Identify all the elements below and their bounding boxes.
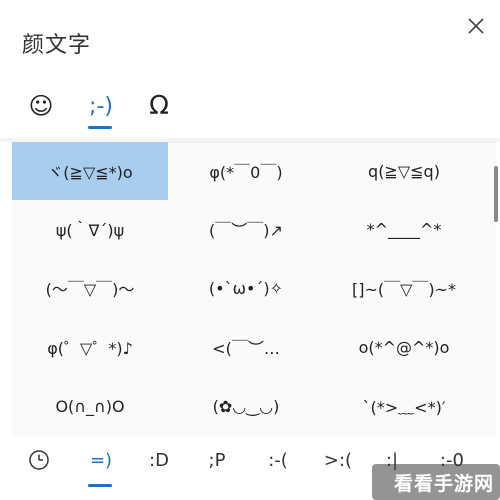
omega-icon: Ω [149, 91, 169, 121]
kaomoji-cell[interactable]: φ(゜▽゜*)♪ [12, 318, 168, 376]
subtab-angry[interactable]: >:( [318, 442, 358, 478]
subtab-recent[interactable] [22, 442, 56, 478]
kaomoji-cell[interactable]: (•`ω•´)✧ [168, 259, 324, 317]
kaomoji-cell[interactable]: φ(*￣0￣) [168, 142, 324, 200]
category-tabs: ☺ ;-) Ω [0, 80, 500, 140]
panel-title: 颜文字 [22, 33, 92, 58]
kaomoji-cell[interactable]: ψ(｀∇´)ψ [12, 200, 168, 258]
tab-kaomoji[interactable]: ;-) [82, 80, 120, 132]
kaomoji-cell[interactable]: ヾ(≧▽≦*)o [12, 142, 168, 200]
kaomoji-cell[interactable]: o(*^@^*)o [324, 318, 484, 376]
smiley-icon: ☺ [28, 92, 54, 120]
close-button[interactable] [462, 12, 490, 40]
kaomoji-cell[interactable]: O(∩_∩)O [12, 377, 168, 435]
subtab-happy[interactable]: =) [84, 442, 118, 478]
kaomoji-cell[interactable]: `(*>﹏<*)′ [324, 377, 484, 435]
subtab-sad[interactable]: :-( [258, 442, 298, 478]
kaomoji-cell[interactable]: (～￣▽￣)～ [12, 259, 168, 317]
clock-icon [29, 450, 49, 470]
subtab-tongue[interactable]: ;P [200, 442, 234, 478]
watermark: 看看手游网 [372, 464, 500, 500]
tab-symbols[interactable]: Ω [142, 80, 176, 132]
kaomoji-cell[interactable]: (✿◡‿◡) [168, 377, 324, 435]
kaomoji-panel: 颜文字 ☺ ;-) Ω ヾ(≧▽≦*)o φ(*￣0￣) q(≧▽≦q) ψ(｀… [0, 0, 500, 500]
kaomoji-cell[interactable]: (￣︶￣)↗ [168, 200, 324, 258]
kaomoji-cell[interactable]: []~(￣▽￣)~* [324, 259, 484, 317]
kaomoji-cell[interactable]: q(≧▽≦q) [324, 142, 484, 200]
active-tab-indicator [88, 126, 112, 129]
close-icon [468, 18, 484, 34]
kaomoji-cell[interactable]: <(￣︶… [168, 318, 324, 376]
grid-scrollbar[interactable] [494, 166, 498, 222]
tab-emoji[interactable]: ☺ [24, 80, 58, 132]
kaomoji-cell[interactable]: *^____^* [324, 200, 484, 258]
active-subtab-indicator [88, 484, 112, 487]
subtab-grin[interactable]: :D [142, 442, 176, 478]
kaomoji-icon: ;-) [89, 93, 113, 119]
